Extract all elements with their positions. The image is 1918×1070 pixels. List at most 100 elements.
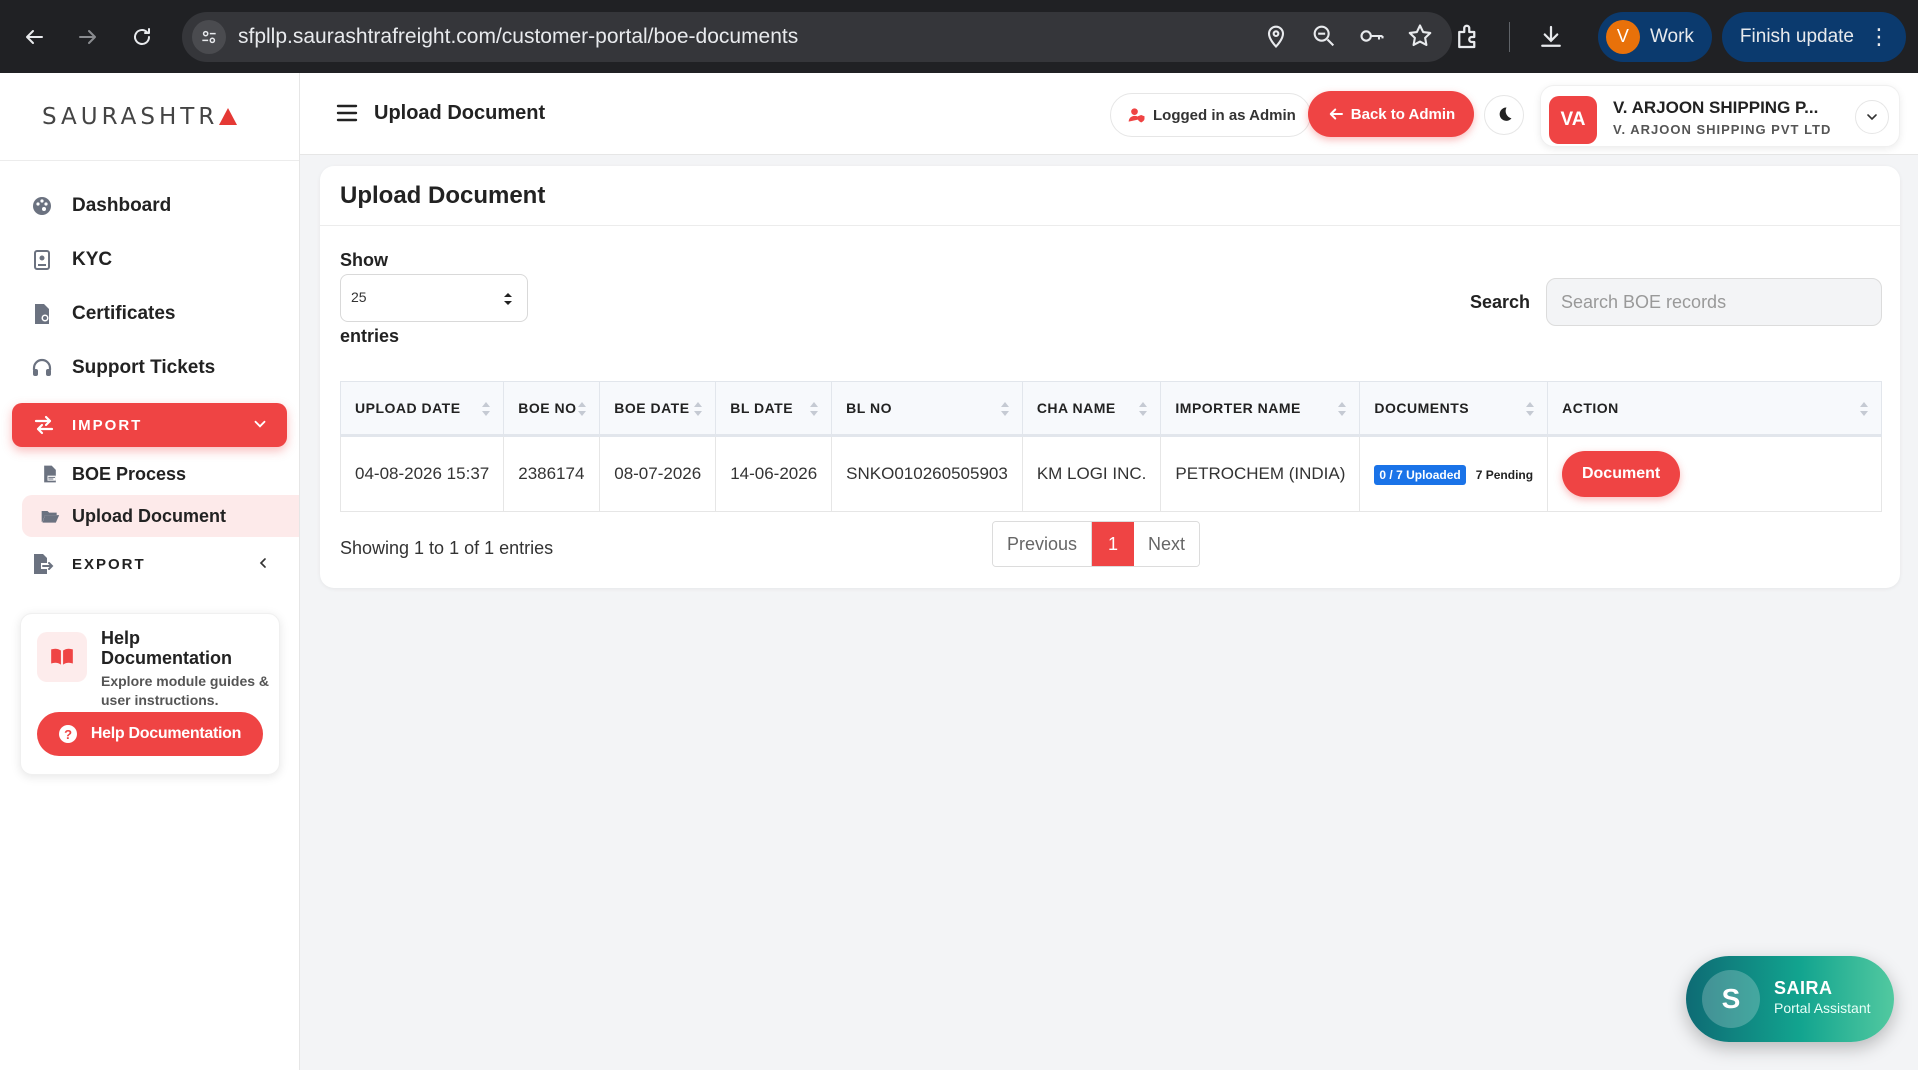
sidebar-item-certificates[interactable]: Certificates (0, 287, 299, 341)
question-icon: ? (58, 725, 77, 743)
account-avatar: VA (1549, 96, 1597, 144)
profile-avatar: V (1605, 19, 1640, 54)
address-bar[interactable]: sfpllp.saurashtrafreight.com/customer-po… (182, 12, 1452, 62)
sidebar-item-label: Upload Document (72, 505, 227, 526)
sort-icon (1000, 402, 1009, 416)
logged-in-label: Logged in as Admin (1153, 106, 1296, 124)
site-settings-icon[interactable] (192, 20, 226, 54)
id-card-icon (34, 250, 50, 270)
column-header-importer-name[interactable]: IMPORTER NAME (1160, 381, 1361, 437)
pagination-next-button[interactable]: Next (1134, 522, 1200, 566)
sort-icon (1338, 402, 1347, 416)
back-nav-button[interactable] (14, 17, 54, 57)
sort-arrows-icon (504, 293, 512, 305)
sidebar-group-label: EXPORT (72, 555, 146, 573)
cell-boe-date: 08-07-2026 (599, 435, 717, 512)
document-button[interactable]: Document (1562, 451, 1681, 497)
uploaded-badge: 0 / 7 Uploaded (1374, 464, 1466, 485)
sidebar-item-support-tickets[interactable]: Support Tickets (0, 341, 299, 395)
table-row: 04-08-2026 15:37 2386174 08-07-2026 14-0… (339, 435, 1882, 512)
cell-boe-no: 2386174 (503, 435, 601, 512)
brand-logo[interactable]: SAURASHTR (0, 73, 299, 161)
cell-upload-date: 04-08-2026 15:37 (339, 435, 505, 512)
profile-button[interactable]: V Work (1597, 11, 1712, 62)
pagination: Previous 1 Next (992, 521, 1201, 567)
back-to-admin-button[interactable]: Back to Admin (1308, 91, 1474, 137)
arrow-left-icon (26, 29, 43, 44)
pagination-current-page[interactable]: 1 (1092, 522, 1135, 566)
sidebar-item-dashboard[interactable]: Dashboard (0, 179, 299, 233)
extensions-icon[interactable] (1453, 22, 1483, 52)
entries-label: entries (340, 326, 400, 346)
show-label: Show (340, 250, 388, 270)
column-header-documents[interactable]: DOCUMENTS (1359, 381, 1549, 437)
forward-nav-button[interactable] (68, 17, 108, 57)
swap-arrows-icon (34, 415, 54, 435)
boe-table: UPLOAD DATE BOE NO BOE DATE BL DATE BL N… (339, 381, 1882, 512)
sidebar-item-label: KYC (72, 249, 113, 270)
assistant-avatar: S (1702, 970, 1760, 1028)
toolbar-divider (1508, 21, 1510, 52)
cell-action: Document (1547, 435, 1882, 512)
assistant-launcher[interactable]: S SAIRA Portal Assistant (1686, 956, 1894, 1042)
page-size-value: 25 (351, 289, 367, 305)
sidebar-group-export[interactable]: EXPORT (0, 537, 299, 591)
account-dropdown-button[interactable] (1855, 100, 1889, 134)
star-icon[interactable] (1406, 22, 1434, 50)
moon-icon (1499, 107, 1512, 121)
profile-label: Work (1649, 25, 1694, 47)
search-input[interactable] (1546, 278, 1882, 326)
pending-badge: 7 Pending (1475, 467, 1534, 482)
column-header-cha-name[interactable]: CHA NAME (1021, 381, 1162, 437)
back-to-admin-label: Back to Admin (1350, 105, 1456, 123)
column-header-action[interactable]: ACTION (1547, 381, 1882, 437)
column-header-boe-date[interactable]: BOE DATE (599, 381, 717, 437)
arrow-right-icon (79, 29, 96, 44)
kebab-menu-icon: ⋮ (1868, 23, 1890, 49)
column-header-bl-no[interactable]: BL NO (831, 381, 1023, 437)
page-size-select[interactable]: 25 (340, 274, 528, 322)
key-icon[interactable] (1358, 22, 1386, 50)
pagination-previous-button[interactable]: Previous (993, 522, 1093, 566)
sort-icon (1139, 402, 1148, 416)
theme-toggle-button[interactable] (1484, 95, 1524, 135)
chevron-down-icon (1867, 114, 1877, 121)
sort-icon (578, 402, 587, 416)
sidebar-item-label: Support Tickets (72, 357, 216, 378)
card-title: Upload Document (320, 166, 1900, 226)
account-name: V. ARJOON SHIPPING P... (1613, 98, 1819, 117)
cell-cha-name: KM LOGI INC. (1021, 435, 1162, 512)
zoom-icon[interactable] (1310, 22, 1338, 50)
hamburger-menu-icon[interactable] (336, 103, 358, 123)
cell-bl-no: SNKO010260505903 (831, 435, 1023, 512)
download-icon[interactable] (1536, 22, 1566, 52)
book-icon (37, 632, 87, 682)
column-header-boe-no[interactable]: BOE NO (503, 381, 601, 437)
upload-document-card: Upload Document Show 25 entries Search U… (320, 166, 1900, 588)
reload-button[interactable] (122, 17, 162, 57)
showing-entries-text: Showing 1 to 1 of 1 entries (340, 538, 554, 558)
sidebar-item-boe-process[interactable]: BOE Process (0, 453, 299, 495)
account-switcher[interactable]: VA V. ARJOON SHIPPING P... V. ARJOON SHI… (1540, 85, 1900, 147)
location-pin-icon[interactable] (1262, 22, 1290, 50)
help-description: Explore module guides & user instruction… (101, 673, 270, 708)
sidebar-item-kyc[interactable]: KYC (0, 233, 299, 287)
column-header-upload-date[interactable]: UPLOAD DATE (339, 381, 505, 437)
help-documentation-button[interactable]: ? Help Documentation (37, 712, 263, 756)
sidebar-item-label: BOE Process (72, 463, 187, 484)
finish-update-button[interactable]: Finish update ⋮ (1721, 11, 1906, 62)
browser-toolbar: sfpllp.saurashtrafreight.com/customer-po… (0, 0, 1918, 73)
table-header-row: UPLOAD DATE BOE NO BOE DATE BL DATE BL N… (339, 381, 1882, 437)
brand-text: SAURASHTR (42, 103, 219, 130)
sidebar-group-label: IMPORT (72, 416, 143, 434)
sidebar-group-import[interactable]: IMPORT (12, 403, 287, 447)
column-header-bl-date[interactable]: BL DATE (715, 381, 833, 437)
user-shield-icon (1128, 108, 1145, 123)
sort-icon (482, 402, 491, 416)
file-export-icon (34, 554, 54, 574)
topbar: Upload Document Logged in as Admin Back … (300, 73, 1918, 155)
brand-triangle-icon (219, 108, 238, 125)
sort-icon (810, 402, 819, 416)
sidebar-item-label: Certificates (72, 303, 176, 324)
sidebar-item-upload-document[interactable]: Upload Document (22, 495, 299, 537)
